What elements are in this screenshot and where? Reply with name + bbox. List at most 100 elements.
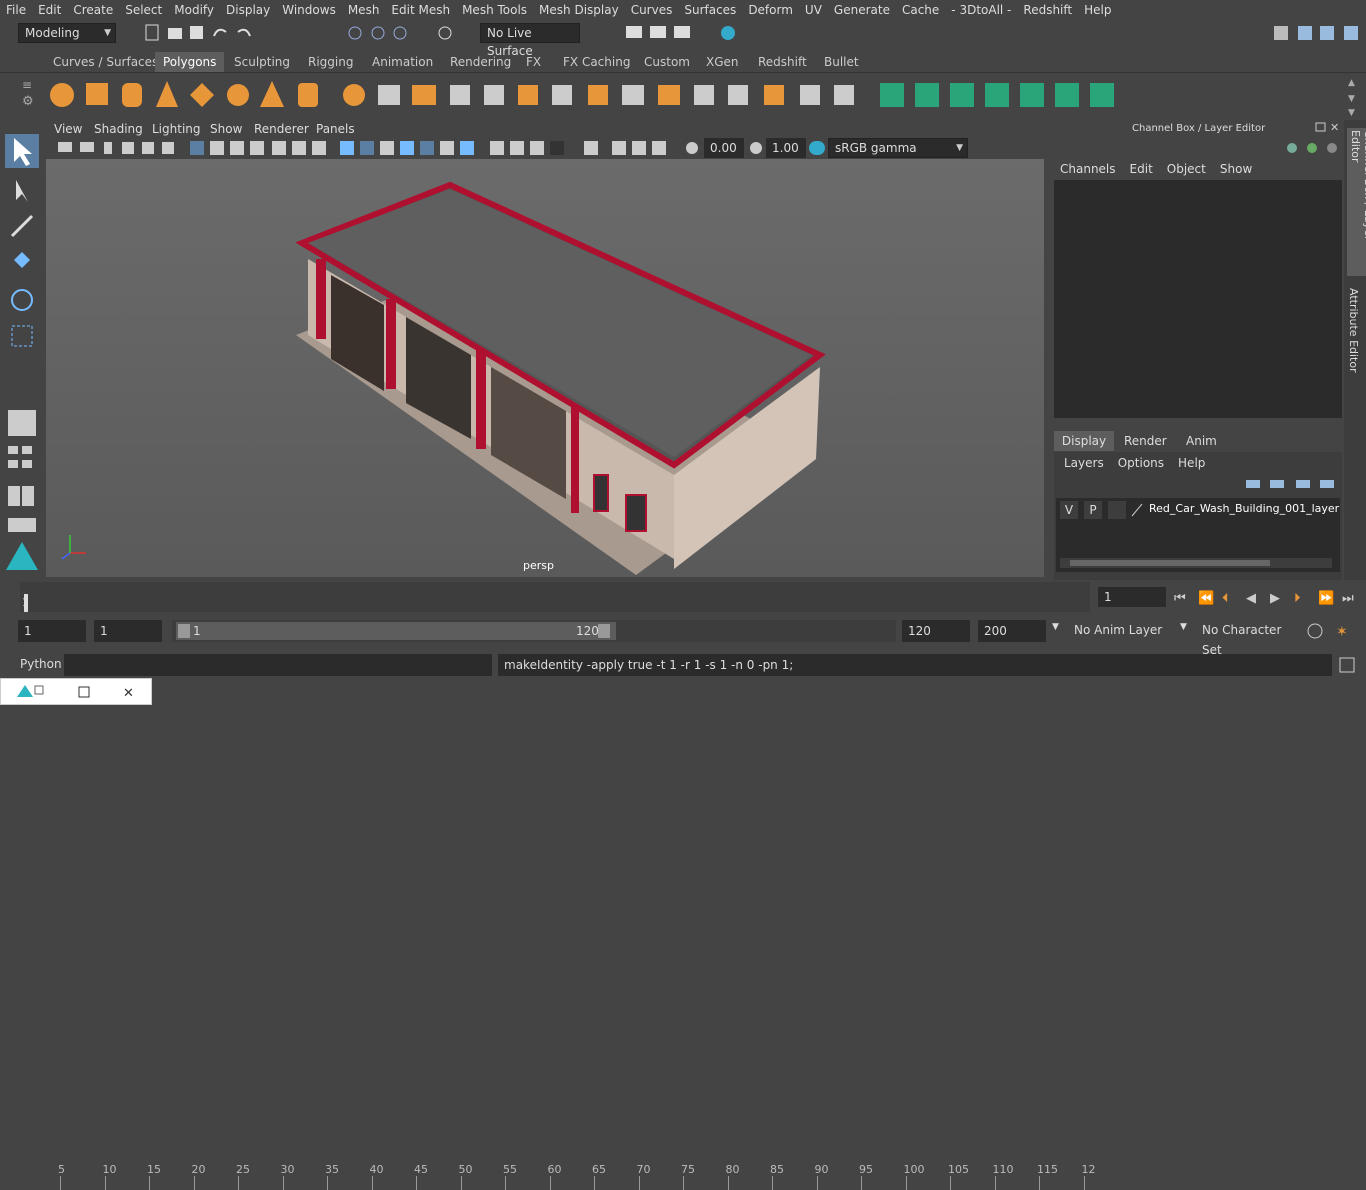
layer-name[interactable]: Red_Car_Wash_Building_001_layer xyxy=(1149,502,1339,515)
vp-menu-shading[interactable]: Shading xyxy=(94,122,143,136)
playback-start-field[interactable]: 1 xyxy=(94,620,162,642)
vp-menu-panels[interactable]: Panels xyxy=(316,122,355,136)
anim-layer-dropdown[interactable]: No Anim Layer xyxy=(1068,620,1192,642)
range-handle-start[interactable] xyxy=(178,624,190,638)
range-handle-end[interactable] xyxy=(598,624,610,638)
layer-menu: Layers Options Help xyxy=(1064,456,1205,470)
menu-surfaces[interactable]: Surfaces xyxy=(678,0,742,20)
layer-tab-display[interactable]: Display xyxy=(1054,431,1114,451)
layer-tab-render[interactable]: Render xyxy=(1124,431,1167,451)
shelf-tab-xgen[interactable]: XGen xyxy=(698,52,747,72)
step-back-key-icon: ⏴ xyxy=(1222,591,1229,606)
layer-toggle-icon xyxy=(1307,143,1317,153)
layer-tab-anim[interactable]: Anim xyxy=(1186,431,1217,451)
shelf-tab-fx-caching[interactable]: FX Caching xyxy=(555,52,638,72)
timeline-tick-label: 60 xyxy=(547,1163,562,1176)
select-component-icon xyxy=(393,26,407,40)
layer-menu-options[interactable]: Options xyxy=(1118,456,1164,470)
toolbox xyxy=(0,120,44,580)
range-bar-fill[interactable] xyxy=(176,622,616,640)
side-tab-attribute-editor[interactable]: Attribute Editor xyxy=(1347,288,1360,373)
menu-file[interactable]: File xyxy=(0,0,32,20)
side-tab-channel-box[interactable]: Channel Box / Layer Editor xyxy=(1347,128,1366,276)
shelf-tab-rigging[interactable]: Rigging xyxy=(300,52,361,72)
menu-mesh-display[interactable]: Mesh Display xyxy=(533,0,625,20)
chevron-down-icon[interactable]: ▼ xyxy=(1180,622,1187,632)
playback-end-field[interactable]: 120 xyxy=(902,620,970,642)
command-input[interactable] xyxy=(64,654,492,676)
exposure-field[interactable]: 0.00 xyxy=(704,138,744,158)
live-surface-field[interactable]: No Live Surface xyxy=(480,23,580,58)
menu-mesh-tools[interactable]: Mesh Tools xyxy=(456,0,533,20)
layer-color-icon[interactable] xyxy=(1130,502,1144,518)
time-slider[interactable]: 1 5 10 15 20 25 30 35 40 45 50 55 60 65 70 75 80 85 90 95 1… xyxy=(0,580,1366,1190)
timeline-tick-mark xyxy=(104,1176,106,1190)
menu-mesh[interactable]: Mesh xyxy=(342,0,386,20)
two-view-icon xyxy=(8,460,18,468)
color-management-icon[interactable] xyxy=(808,140,826,156)
menu-3dtoall[interactable]: - 3DtoAll - xyxy=(945,0,1017,20)
safe-action-icon xyxy=(292,141,306,155)
menu-deform[interactable]: Deform xyxy=(742,0,799,20)
menu-cache[interactable]: Cache xyxy=(896,0,945,20)
cb-menu-object[interactable]: Object xyxy=(1167,162,1206,176)
shelf-tab-bullet[interactable]: Bullet xyxy=(816,52,867,72)
menu-modify[interactable]: Modify xyxy=(168,0,220,20)
ipr-render-icon xyxy=(650,26,666,38)
menu-curves[interactable]: Curves xyxy=(625,0,679,20)
move-layer-up-icon xyxy=(1246,480,1260,488)
shelf-tab-redshift[interactable]: Redshift xyxy=(750,52,815,72)
layer-menu-layers[interactable]: Layers xyxy=(1064,456,1104,470)
end-time-field[interactable]: 200 xyxy=(978,620,1046,642)
shelf-tab-custom[interactable]: Custom xyxy=(636,52,698,72)
menu-generate[interactable]: Generate xyxy=(828,0,896,20)
color-space-label: sRGB gamma xyxy=(835,141,917,155)
shelf-scroll-mid-icon: ▼ xyxy=(1348,94,1355,104)
vp-menu-view[interactable]: View xyxy=(54,122,82,136)
menu-edit-mesh[interactable]: Edit Mesh xyxy=(385,0,456,20)
layer-scrollbar[interactable] xyxy=(1060,558,1332,568)
layer-playback-toggle[interactable]: P xyxy=(1084,501,1102,519)
character-set-dropdown[interactable]: No Character Set xyxy=(1196,620,1300,657)
shelf-tab-curves-surfaces[interactable]: Curves / Surfaces xyxy=(45,52,166,72)
wireframe-icon xyxy=(340,141,354,155)
layer-menu-help[interactable]: Help xyxy=(1178,456,1205,470)
menu-select[interactable]: Select xyxy=(119,0,168,20)
cb-menu-edit[interactable]: Edit xyxy=(1130,162,1153,176)
vp-menu-lighting[interactable]: Lighting xyxy=(152,122,201,136)
script-editor-icon[interactable] xyxy=(1338,656,1356,674)
anim-layer-label: No Anim Layer xyxy=(1074,623,1163,637)
menu-edit[interactable]: Edit xyxy=(32,0,67,20)
layer-type-toggle[interactable] xyxy=(1108,501,1126,519)
menu-redshift[interactable]: Redshift xyxy=(1017,0,1078,20)
vp-menu-show[interactable]: Show xyxy=(210,122,242,136)
menu-help[interactable]: Help xyxy=(1078,0,1117,20)
viewport-3d[interactable]: persp xyxy=(46,159,1044,577)
mode-dropdown[interactable]: Modeling ▼ xyxy=(18,23,116,43)
menu-windows[interactable]: Windows xyxy=(276,0,342,20)
shelf-tab-rendering[interactable]: Rendering xyxy=(442,52,519,72)
shelf-tab-polygons[interactable]: Polygons xyxy=(155,52,225,72)
grid-icon xyxy=(190,141,204,155)
gamma-field[interactable]: 1.00 xyxy=(766,138,806,158)
layer-scrollbar-thumb[interactable] xyxy=(1070,560,1270,566)
command-language-label[interactable]: Python xyxy=(20,657,62,671)
layer-visibility-toggle[interactable]: V xyxy=(1060,501,1078,519)
chevron-down-icon[interactable]: ▼ xyxy=(1052,622,1059,632)
cb-menu-show[interactable]: Show xyxy=(1220,162,1252,176)
current-frame-field[interactable]: 1 xyxy=(1098,587,1166,607)
shelf-tab-fx[interactable]: FX xyxy=(518,52,549,72)
range-bar[interactable]: 1 120 xyxy=(172,620,896,642)
menu-display[interactable]: Display xyxy=(220,0,276,20)
bevel-icon xyxy=(658,85,680,105)
color-space-dropdown[interactable]: sRGB gamma ▼ xyxy=(828,138,968,158)
timeline-track[interactable] xyxy=(20,582,1090,612)
menu-uv[interactable]: UV xyxy=(799,0,828,20)
menu-create[interactable]: Create xyxy=(67,0,119,20)
cb-menu-channels[interactable]: Channels xyxy=(1060,162,1116,176)
vp-menu-renderer[interactable]: Renderer xyxy=(254,122,309,136)
shelf-tab-sculpting[interactable]: Sculpting xyxy=(226,52,298,72)
maximize-icon xyxy=(78,686,90,698)
shelf-tab-animation[interactable]: Animation xyxy=(364,52,441,72)
start-time-field[interactable]: 1 xyxy=(18,620,86,642)
